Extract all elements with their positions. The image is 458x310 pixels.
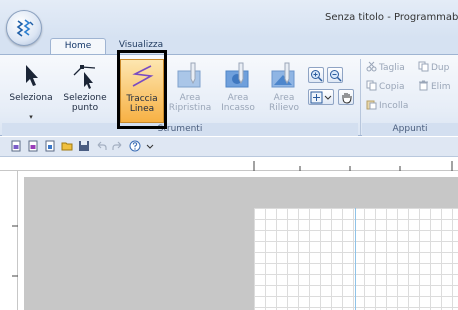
design-page-grid[interactable] — [254, 208, 458, 310]
canvas-area[interactable] — [24, 177, 458, 310]
redo-icon[interactable] — [112, 140, 124, 152]
import-icon[interactable] — [44, 140, 56, 152]
tool-area-incasso-label: Area Incasso — [216, 93, 260, 113]
trash-icon — [419, 80, 428, 91]
title-bar: Senza titolo - Programmab — [0, 0, 458, 38]
vertical-ruler — [0, 171, 18, 310]
point-select-icon — [73, 65, 96, 89]
tool-selezione-punto-label: Selezione punto — [58, 93, 112, 113]
tool-seleziona-label: Seleziona — [9, 93, 53, 103]
center-guide-line — [355, 208, 356, 310]
pan-hand-icon — [342, 93, 352, 104]
ribbon: Seleziona ▾ Selezione punto Traccia Line… — [0, 54, 458, 136]
duplicate-button[interactable]: Dup — [418, 61, 449, 75]
open-folder-icon[interactable] — [61, 140, 73, 152]
pan-hand-button[interactable] — [338, 89, 354, 105]
window-title: Senza titolo - Programmab — [325, 12, 458, 23]
new-file-icon[interactable] — [10, 140, 22, 152]
zoom-out-icon — [330, 70, 342, 82]
zoom-out-button[interactable] — [327, 67, 343, 83]
tab-home[interactable]: Home — [50, 38, 106, 54]
tool-selezione-punto-label-line1: Selezione — [63, 93, 107, 103]
ruler-ticks — [253, 161, 453, 171]
copy-icon — [366, 80, 377, 91]
chevron-down-icon[interactable]: ▾ — [6, 113, 56, 121]
tool-area-ripristina-label-line1: Area — [179, 93, 201, 103]
area-emboss-icon — [225, 62, 249, 88]
tool-seleziona-button[interactable]: Seleziona ▾ — [6, 59, 56, 123]
fit-view-icon — [310, 91, 332, 104]
ruler-ticks-vertical — [12, 225, 18, 277]
paste-label: Incolla — [379, 101, 409, 111]
application-menu-button[interactable] — [6, 10, 42, 46]
tool-area-ripristina-label-line2: Ripristina — [168, 103, 212, 113]
group-label-appunti: Appunti — [362, 123, 458, 136]
zoom-in-button[interactable] — [308, 67, 324, 83]
tool-area-incasso-label-line2: Incasso — [221, 103, 255, 113]
customize-caret-icon[interactable] — [146, 140, 154, 152]
copy-label: Copia — [379, 82, 405, 92]
ribbon-tabs: Home Visualizza — [0, 38, 458, 54]
delete-label: Elim — [431, 82, 451, 92]
fit-view-dropdown-button[interactable] — [308, 89, 334, 105]
zoom-in-icon — [311, 70, 323, 82]
duplicate-label: Dup — [431, 63, 450, 73]
tool-area-rilievo-button[interactable]: Area Rilievo — [262, 59, 306, 123]
tool-area-rilievo-label-line1: Area — [273, 93, 295, 103]
tool-area-incasso-button[interactable]: Area Incasso — [216, 59, 260, 123]
scissors-icon — [366, 61, 377, 72]
tool-area-ripristina-button[interactable]: Area Ripristina — [168, 59, 212, 123]
duplicate-icon — [418, 61, 429, 72]
delete-button[interactable]: Elim — [418, 80, 450, 94]
cut-label: Taglia — [379, 63, 405, 73]
area-restore-icon — [177, 62, 201, 88]
app-logo-icon — [16, 19, 34, 37]
tool-selezione-punto-button[interactable]: Selezione punto — [58, 59, 112, 123]
tool-selezione-punto-label-line2: punto — [71, 103, 99, 113]
tool-area-rilievo-label: Area Rilievo — [262, 93, 306, 113]
group-separator — [360, 59, 361, 135]
tool-area-ripristina-label: Area Ripristina — [168, 93, 212, 113]
tool-area-rilievo-label-line2: Rilievo — [268, 103, 300, 113]
save-icon[interactable] — [78, 140, 90, 152]
horizontal-ruler — [0, 157, 458, 171]
undo-icon[interactable] — [95, 140, 107, 152]
paste-button[interactable]: Incolla — [366, 99, 408, 113]
group-label-strumenti: Strumenti — [2, 123, 358, 136]
help-icon[interactable] — [129, 140, 141, 152]
cut-button[interactable]: Taglia — [366, 61, 405, 75]
quick-access-toolbar — [0, 137, 458, 157]
area-relief-icon — [271, 62, 295, 88]
copy-button[interactable]: Copia — [366, 80, 405, 94]
open-file-icon[interactable] — [27, 140, 39, 152]
arrow-pointer-icon — [26, 65, 38, 86]
workspace — [0, 157, 458, 310]
paste-icon — [366, 100, 377, 110]
highlight-frame — [117, 50, 167, 129]
tool-area-incasso-label-line1: Area — [227, 93, 249, 103]
